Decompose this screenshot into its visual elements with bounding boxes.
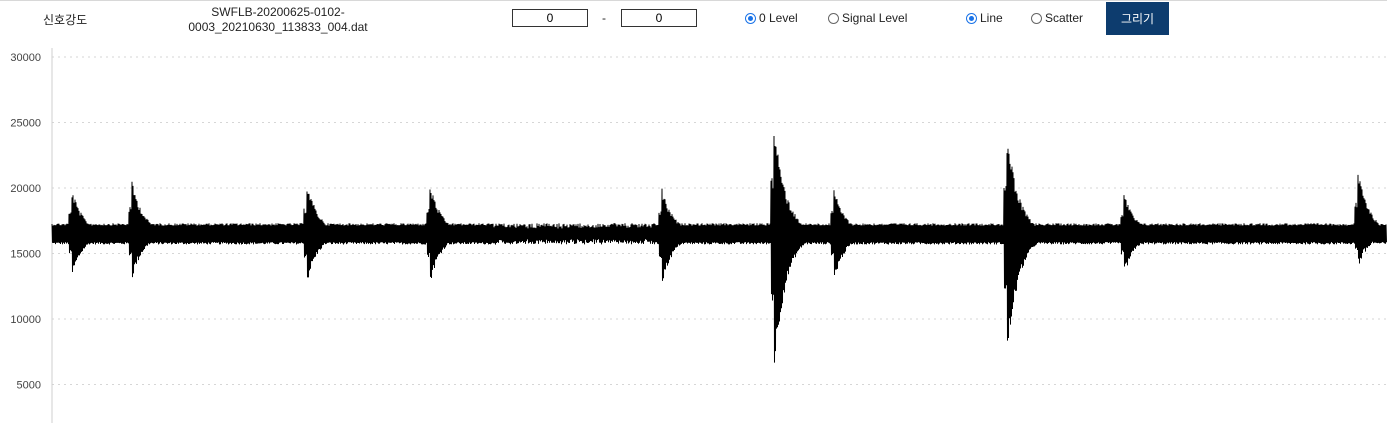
scatter-mode-radio[interactable]: Scatter xyxy=(1031,11,1083,25)
signal-level-radio[interactable]: Signal Level xyxy=(828,11,907,25)
line-mode-radio[interactable]: Line xyxy=(966,11,1003,25)
signal-line xyxy=(51,135,1387,363)
scatter-mode-label: Scatter xyxy=(1045,11,1084,25)
file-name-line-2: 0003_20210630_113833_004.dat xyxy=(188,20,368,34)
file-name: SWFLB-20200625-0102- 0003_20210630_11383… xyxy=(178,5,378,35)
y-axis: 30000 25000 20000 15000 10000 5000 xyxy=(10,48,53,423)
chart-title: 신호강도 xyxy=(43,13,88,27)
grid-lines xyxy=(52,56,1387,385)
draw-button[interactable]: 그리기 xyxy=(1106,2,1169,35)
signal-series xyxy=(51,135,1387,363)
signal-level-label: Signal Level xyxy=(842,11,908,25)
y-tick-label: 30000 xyxy=(10,52,41,64)
zero-level-radio[interactable]: 0 Level xyxy=(745,11,798,25)
toolbar: 신호강도 SWFLB-20200625-0102- 0003_20210630_… xyxy=(0,0,1387,41)
radio-unchecked-icon xyxy=(828,12,839,24)
y-tick-label: 20000 xyxy=(10,183,41,195)
radio-unchecked-icon xyxy=(1031,12,1042,24)
range-to-input[interactable] xyxy=(621,9,697,27)
zero-level-label: 0 Level xyxy=(759,11,798,25)
range-from-input[interactable] xyxy=(512,9,588,27)
y-tick-label: 10000 xyxy=(10,314,41,326)
file-name-line-1: SWFLB-20200625-0102- xyxy=(211,5,345,19)
y-tick-label: 5000 xyxy=(17,380,41,392)
signal-chart: 30000 25000 20000 15000 10000 5000 xyxy=(10,48,1387,423)
range-separator: - xyxy=(602,11,606,25)
radio-checked-icon xyxy=(745,12,756,24)
line-mode-label: Line xyxy=(980,11,1003,25)
y-tick-label: 15000 xyxy=(10,249,41,261)
y-tick-label: 25000 xyxy=(10,118,41,130)
radio-checked-icon xyxy=(966,12,977,24)
